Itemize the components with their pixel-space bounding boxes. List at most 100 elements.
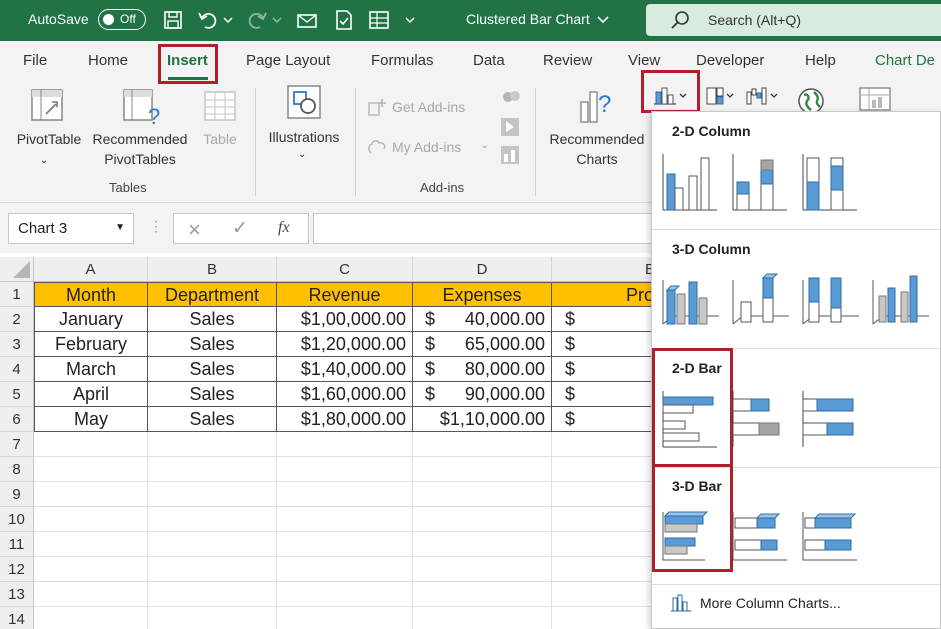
redo-icon[interactable] bbox=[246, 9, 268, 31]
tab-file[interactable]: File bbox=[23, 52, 47, 69]
pivottable-icon[interactable] bbox=[30, 88, 66, 127]
row-header[interactable]: 1 bbox=[0, 282, 34, 307]
select-all-corner[interactable] bbox=[0, 257, 34, 282]
name-box-dropdown-icon[interactable]: ▼ bbox=[115, 222, 125, 233]
header-expenses[interactable]: Expenses bbox=[413, 282, 552, 307]
column-header-c[interactable]: C bbox=[277, 257, 413, 282]
100-stacked-bar-option[interactable] bbox=[801, 389, 861, 451]
header-profit[interactable]: Pro bbox=[552, 282, 660, 307]
row-header[interactable]: 5 bbox=[0, 382, 34, 407]
cell-month[interactable]: February bbox=[34, 332, 148, 357]
cell-expenses[interactable]: $65,000.00 bbox=[413, 332, 552, 357]
header-revenue[interactable]: Revenue bbox=[277, 282, 413, 307]
header-department[interactable]: Department bbox=[148, 282, 277, 307]
formula-input[interactable] bbox=[313, 213, 663, 244]
waterfall-chart-icon[interactable] bbox=[745, 86, 779, 109]
3d-stacked-column-option[interactable] bbox=[731, 270, 791, 332]
formula-bar-splitter-icon[interactable]: ⋮ bbox=[149, 218, 163, 235]
tab-review[interactable]: Review bbox=[543, 52, 592, 69]
clustered-bar-option[interactable] bbox=[661, 389, 721, 451]
row-header[interactable]: 14 bbox=[0, 607, 34, 629]
cell-month[interactable]: March bbox=[34, 357, 148, 382]
cell-revenue[interactable]: $1,60,000.00 bbox=[277, 382, 413, 407]
insert-function-icon[interactable]: fx bbox=[278, 219, 290, 237]
cell-expenses[interactable]: $40,000.00 bbox=[413, 307, 552, 332]
column-header-b[interactable]: B bbox=[148, 257, 277, 282]
row-header[interactable]: 2 bbox=[0, 307, 34, 332]
hierarchy-chart-icon[interactable] bbox=[705, 86, 735, 109]
recommended-charts-label-2[interactable]: Charts bbox=[545, 150, 649, 169]
form-icon[interactable] bbox=[333, 9, 355, 31]
pivottable-dropdown-icon[interactable]: ⌄ bbox=[40, 151, 48, 170]
3d-column-option[interactable] bbox=[871, 270, 931, 332]
tab-formulas[interactable]: Formulas bbox=[371, 52, 434, 69]
cell-revenue[interactable]: $1,40,000.00 bbox=[277, 357, 413, 382]
cell-month[interactable]: April bbox=[34, 382, 148, 407]
row-header[interactable]: 9 bbox=[0, 482, 34, 507]
stacked-column-option[interactable] bbox=[731, 152, 791, 214]
illustrations-dropdown-icon[interactable]: ⌄ bbox=[298, 145, 306, 164]
cell-department[interactable]: Sales bbox=[148, 307, 277, 332]
cell-profit[interactable]: $ bbox=[552, 357, 660, 382]
column-header-a[interactable]: A bbox=[34, 257, 148, 282]
row-header[interactable]: 10 bbox=[0, 507, 34, 532]
cell-profit[interactable]: $ bbox=[552, 332, 660, 357]
row-header[interactable]: 13 bbox=[0, 582, 34, 607]
column-header-d[interactable]: D bbox=[413, 257, 552, 282]
tab-developer[interactable]: Developer bbox=[696, 52, 764, 69]
tab-home[interactable]: Home bbox=[88, 52, 128, 69]
clustered-column-option[interactable] bbox=[661, 152, 721, 214]
row-header[interactable]: 12 bbox=[0, 557, 34, 582]
save-icon[interactable] bbox=[162, 9, 184, 31]
stacked-bar-option[interactable] bbox=[731, 389, 791, 451]
3d-100-stacked-column-option[interactable] bbox=[801, 270, 861, 332]
row-header[interactable]: 3 bbox=[0, 332, 34, 357]
3d-stacked-bar-option[interactable] bbox=[731, 506, 791, 568]
tab-view[interactable]: View bbox=[628, 52, 660, 69]
cell-revenue[interactable]: $1,20,000.00 bbox=[277, 332, 413, 357]
tab-page-layout[interactable]: Page Layout bbox=[246, 52, 330, 69]
cancel-icon[interactable]: × bbox=[188, 217, 201, 243]
cell-department[interactable]: Sales bbox=[148, 357, 277, 382]
undo-dropdown-icon[interactable] bbox=[221, 9, 235, 31]
undo-icon[interactable] bbox=[197, 9, 219, 31]
row-header[interactable]: 8 bbox=[0, 457, 34, 482]
cell-profit[interactable]: $ bbox=[552, 407, 660, 432]
cell-profit[interactable]: $ bbox=[552, 307, 660, 332]
header-month[interactable]: Month bbox=[34, 282, 148, 307]
cell-department[interactable]: Sales bbox=[148, 382, 277, 407]
document-title[interactable]: Clustered Bar Chart bbox=[466, 11, 590, 27]
3d-100-stacked-bar-option[interactable] bbox=[801, 506, 861, 568]
3d-clustered-bar-option[interactable] bbox=[661, 506, 721, 568]
row-header[interactable]: 6 bbox=[0, 407, 34, 432]
cell-expenses[interactable]: $80,000.00 bbox=[413, 357, 552, 382]
recommended-pivottables-label-1[interactable]: Recommended bbox=[89, 130, 191, 149]
customize-toolbar-icon[interactable] bbox=[403, 9, 417, 31]
name-box[interactable]: Chart 3 ▼ bbox=[8, 213, 134, 244]
recommended-pivottables-label-2[interactable]: PivotTables bbox=[89, 150, 191, 169]
100-stacked-column-option[interactable] bbox=[801, 152, 861, 214]
row-header[interactable]: 7 bbox=[0, 432, 34, 457]
cell-department[interactable]: Sales bbox=[148, 332, 277, 357]
more-column-charts-link[interactable]: More Column Charts... bbox=[670, 594, 841, 615]
enter-icon[interactable]: ✓ bbox=[232, 217, 248, 240]
cell-department[interactable]: Sales bbox=[148, 407, 277, 432]
row-header[interactable]: 11 bbox=[0, 532, 34, 557]
row-header[interactable]: 4 bbox=[0, 357, 34, 382]
cell-expenses[interactable]: $1,10,000.00 bbox=[413, 407, 552, 432]
spreadsheet-icon[interactable] bbox=[368, 9, 390, 31]
cell-month[interactable]: January bbox=[34, 307, 148, 332]
cell-profit[interactable]: $ bbox=[552, 382, 660, 407]
tab-data[interactable]: Data bbox=[473, 52, 505, 69]
recommended-pivottables-icon[interactable]: ? bbox=[122, 88, 162, 129]
redo-dropdown-icon[interactable] bbox=[270, 9, 284, 31]
illustrations-icon[interactable] bbox=[286, 84, 322, 123]
search-box[interactable]: Search (Alt+Q) bbox=[646, 4, 941, 36]
tab-chart-design[interactable]: Chart De bbox=[875, 52, 935, 69]
autosave-toggle[interactable]: Off bbox=[98, 9, 146, 30]
tab-help[interactable]: Help bbox=[805, 52, 836, 69]
email-icon[interactable] bbox=[296, 9, 318, 31]
cell-revenue[interactable]: $1,80,000.00 bbox=[277, 407, 413, 432]
cell-month[interactable]: May bbox=[34, 407, 148, 432]
cell-expenses[interactable]: $90,000.00 bbox=[413, 382, 552, 407]
